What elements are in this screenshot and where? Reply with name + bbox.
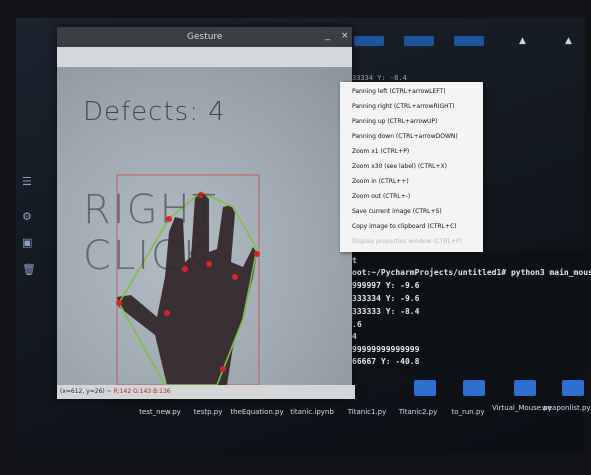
cursor-coords: (x=612, y=26) ~ bbox=[60, 388, 112, 395]
desktop-file-theequation[interactable]: theEquation.py bbox=[228, 408, 286, 416]
desktop-file-to-run[interactable]: to_run.py bbox=[438, 408, 498, 416]
context-menu: Panning left (CTRL+arrowLEFT) Panning ri… bbox=[340, 82, 483, 252]
menu-item-panning-down[interactable]: Panning down (CTRL+arrowDOWN) bbox=[352, 133, 458, 140]
gesture-window: Gesture _ × Defects: 4 RIGHT CLICK (x=61… bbox=[57, 27, 355, 399]
defects-count-label: Defects: 4 bbox=[83, 97, 226, 127]
bezel-top bbox=[0, 0, 591, 18]
menu-item-zoom-in[interactable]: Zoom in (CTRL++) bbox=[352, 178, 409, 185]
python-file-icon[interactable] bbox=[562, 380, 584, 396]
desktop-file-titanic-ipynb[interactable]: titanic.ipynb bbox=[282, 408, 342, 416]
python-file-icon[interactable] bbox=[414, 380, 436, 396]
menu-item-display-properties: Display properties window (CTRL+P) bbox=[352, 238, 462, 245]
bezel-left bbox=[0, 0, 16, 475]
menu-item-panning-left[interactable]: Panning left (CTRL+arrowLEFT) bbox=[352, 88, 446, 95]
menu-item-zoom-x30[interactable]: Zoom x30 (see label) (CTRL+X) bbox=[352, 163, 447, 170]
python-file-icon[interactable] bbox=[463, 380, 485, 396]
folder-icon[interactable] bbox=[354, 36, 384, 46]
photographed-monitor: ▲ ▲ ☰ ⚙ ▣ 🗑 33334 Y: -8.4 t oot:~/Pychar… bbox=[0, 0, 591, 475]
bezel-bottom bbox=[0, 453, 591, 475]
window-titlebar[interactable]: Gesture _ × bbox=[57, 27, 352, 47]
terminal-line: 66667 Y: -40.8 bbox=[352, 357, 420, 366]
menu-item-panning-right[interactable]: Panning right (CTRL+arrowRIGHT) bbox=[352, 103, 455, 110]
terminal-line: 999997 Y: -9.6 bbox=[352, 281, 420, 290]
terminal-line: .6 bbox=[352, 320, 362, 329]
close-button[interactable]: × bbox=[341, 31, 349, 41]
desktop-file-weaponlist[interactable]: weaponlist.py bbox=[542, 404, 591, 412]
terminal-window[interactable]: t oot:~/PycharmProjects/untitled1# pytho… bbox=[340, 250, 591, 370]
terminal-line: 333333 Y: -8.4 bbox=[352, 307, 420, 316]
menu-item-copy-image[interactable]: Copy image to clipboard (CTRL+C) bbox=[352, 223, 457, 230]
window-toolbar bbox=[57, 47, 352, 67]
trash-icon[interactable]: 🗑 bbox=[22, 263, 36, 276]
terminal-scrolled-line: 33334 Y: -8.4 bbox=[352, 74, 407, 82]
terminal-line: 333334 Y: -9.6 bbox=[352, 294, 420, 303]
file-icon[interactable]: ▲ bbox=[565, 36, 572, 46]
defect-point bbox=[220, 366, 226, 372]
terminal-line: t bbox=[352, 256, 357, 265]
folder-icon[interactable] bbox=[404, 36, 434, 46]
window-status-bar: (x=612, y=26) ~ R:142 G:143 B:136 bbox=[57, 385, 355, 399]
menu-item-save-image[interactable]: Save current image (CTRL+S) bbox=[352, 208, 442, 215]
desktop-file-virtual-mouse[interactable]: Virtual_Mouse.py bbox=[492, 404, 552, 412]
terminal-line: 4 bbox=[352, 332, 357, 341]
camera-feed[interactable]: Defects: 4 RIGHT CLICK bbox=[57, 67, 352, 385]
dock-app-icon[interactable]: ☰ bbox=[22, 175, 32, 188]
defect-point bbox=[116, 300, 122, 306]
terminal-line: 99999999999999 bbox=[352, 345, 420, 354]
menu-item-zoom-x1[interactable]: Zoom x1 (CTRL+P) bbox=[352, 148, 409, 155]
pixel-rgb: R:142 G:143 B:136 bbox=[113, 388, 171, 395]
menu-item-panning-up[interactable]: Panning up (CTRL+arrowUP) bbox=[352, 118, 437, 125]
settings-icon[interactable]: ⚙ bbox=[22, 210, 32, 223]
file-icon[interactable]: ▲ bbox=[519, 36, 526, 46]
folder-icon[interactable] bbox=[454, 36, 484, 46]
defect-point bbox=[164, 310, 170, 316]
minimize-button[interactable]: _ bbox=[325, 30, 330, 41]
gesture-action-label: RIGHT CLICK bbox=[83, 187, 219, 279]
terminal-line: oot:~/PycharmProjects/untitled1# python3… bbox=[352, 268, 591, 277]
python-file-icon[interactable] bbox=[514, 380, 536, 396]
window-title: Gesture bbox=[187, 32, 223, 42]
menu-item-zoom-out[interactable]: Zoom out (CTRL+-) bbox=[352, 193, 410, 200]
window-icon[interactable]: ▣ bbox=[22, 236, 32, 249]
